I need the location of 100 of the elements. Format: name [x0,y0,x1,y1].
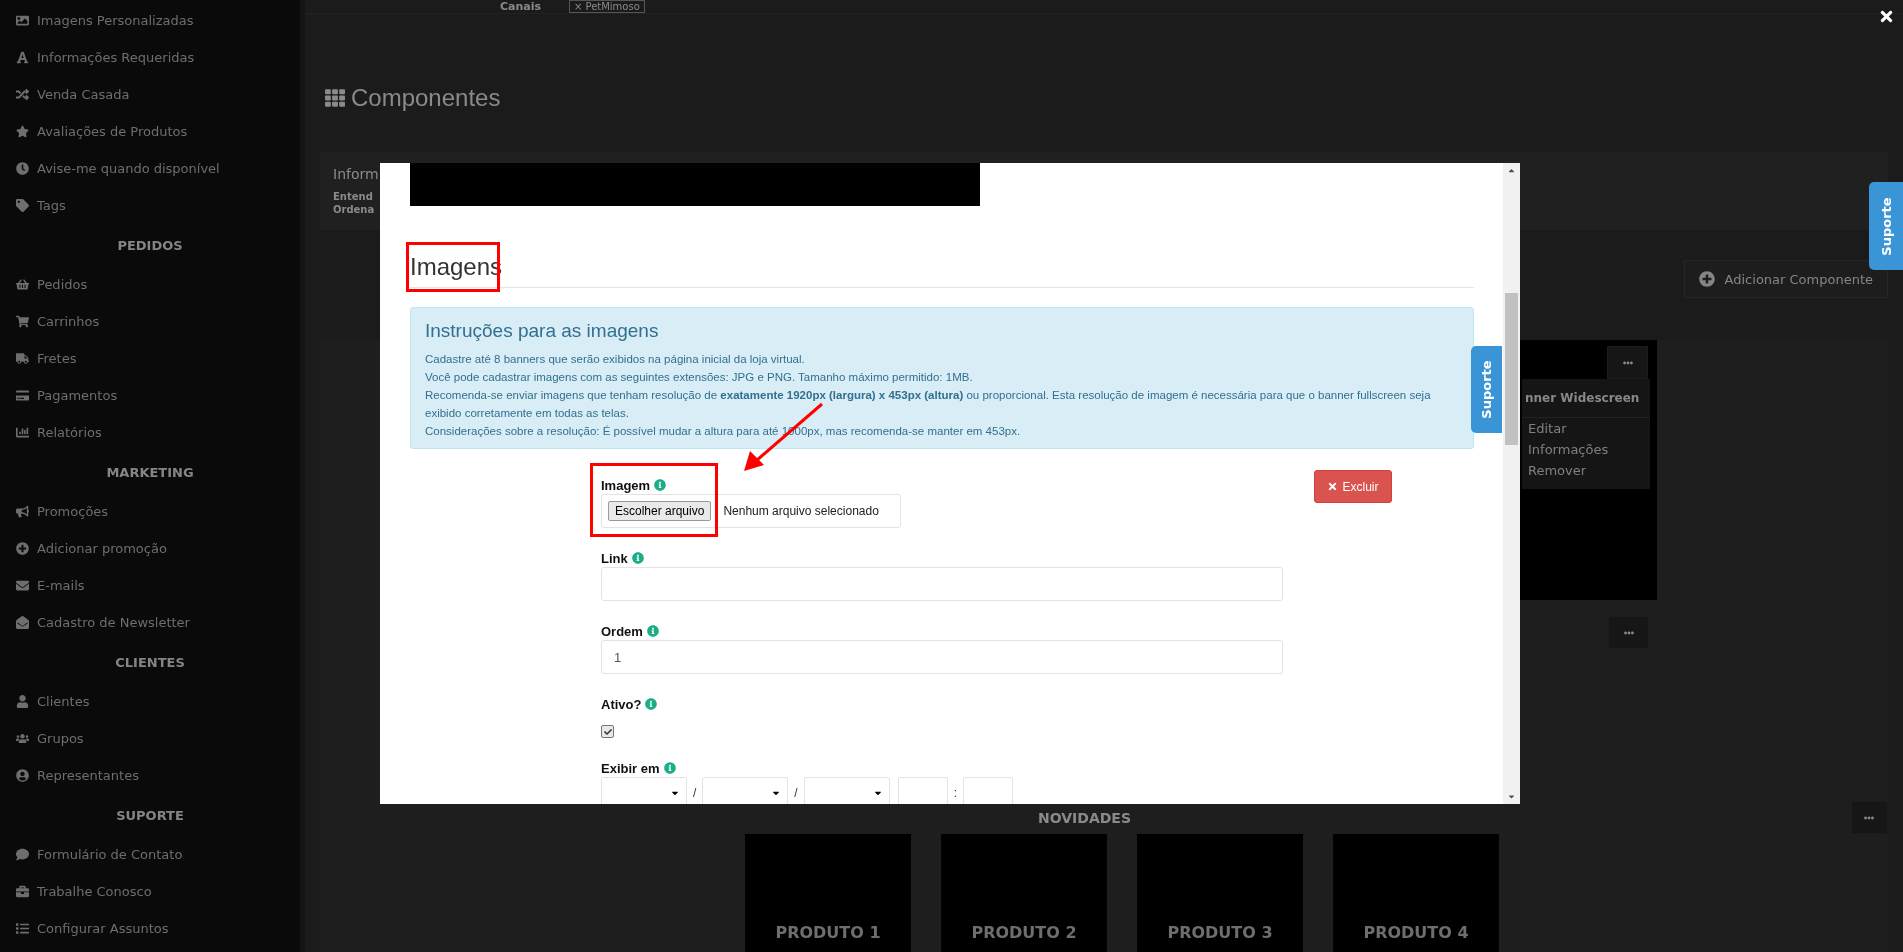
dropdown[interactable] [702,777,789,804]
instruction-line: Cadastre até 8 banners que serão exibidos na página inicial da loja virtual. [425,352,806,367]
bar-chart-icon [16,426,29,439]
product-card[interactable]: PRODUTO 1 [745,834,911,952]
minute-field[interactable] [963,777,1014,804]
checkbox[interactable] [601,725,614,738]
channels-label: Canais [500,0,542,13]
comment-icon [16,848,29,861]
shuffle-icon [16,88,29,101]
sidebar-item[interactable]: Relatórios [0,414,300,451]
sidebar-item[interactable]: Informações Requeridas [0,39,300,76]
sidebar-heading: CLIENTES [114,653,186,672]
field-label: Link [601,550,628,566]
sidebar-item[interactable]: Pagamentos [0,377,300,414]
star-icon [16,125,29,138]
file-input[interactable]: Escolher arquivo Nenhum arquivo selecionado [601,494,901,528]
sidebar-item[interactable]: Venda Casada [0,76,300,113]
sidebar-item[interactable]: Representantes [0,757,300,794]
basket-icon [16,278,29,291]
delete-button[interactable]: Excluir [1314,470,1392,503]
dropdown[interactable] [601,777,687,804]
tag-icon [16,199,29,212]
product-card[interactable]: PRODUTO 4 [1333,834,1499,952]
grid-icon [325,88,345,108]
instructions-title: Instruções para as imagens [425,319,660,343]
instruction-line: Você pode cadastrar imagens com as seguintes extensões: JPG e PNG. Tamanho máximo permitido: 1MB. [425,370,974,385]
list-icon [16,922,29,935]
sidebar-item[interactable]: Carrinhos [0,303,300,340]
section-title: NOVIDADES [1036,809,1132,826]
product-card[interactable]: PRODUTO 2 [941,834,1107,952]
field-label: Ordem [601,623,643,639]
close-icon[interactable] [1878,8,1895,25]
support-tab[interactable]: Suporte [1869,182,1903,270]
megaphone-icon [16,505,29,518]
scrollbar[interactable] [1503,163,1520,804]
sidebar-item[interactable]: Trabalhe Conosco [0,873,300,910]
sidebar-item[interactable]: Tags [0,187,300,224]
sidebar-item[interactable]: Avise-me quando disponível [0,150,300,187]
more-button[interactable] [1607,346,1648,379]
menu-item[interactable]: Informações [1522,439,1650,460]
info-icon[interactable] [645,698,658,710]
sidebar-heading: MARKETING [105,463,195,482]
panel-text: Entend [333,190,373,203]
menu-item[interactable]: Editar [1522,418,1650,439]
users-icon [16,732,29,745]
sidebar-item[interactable]: Clientes [0,683,300,720]
time-separator: : [953,786,958,800]
info-icon[interactable] [646,625,659,637]
file-status: Nenhum arquivo selecionado [723,504,879,518]
scroll-thumb[interactable] [1505,293,1518,445]
more-button[interactable] [1850,801,1888,834]
info-icon[interactable] [654,479,667,491]
field-label: Exibir em [601,760,660,776]
sidebar-heading: PEDIDOS [116,236,184,255]
sidebar-item[interactable]: Promoções [0,493,300,530]
scroll-up-icon[interactable] [1507,166,1516,175]
sidebar-item[interactable]: E-mails [0,567,300,604]
sidebar-item[interactable]: Grupos [0,720,300,757]
support-tab[interactable]: Suporte [1471,346,1502,433]
dropdown[interactable] [803,777,890,804]
envelope-icon [16,616,29,629]
product-card[interactable]: PRODUTO 3 [1137,834,1303,952]
field-label: Ativo? [601,696,642,712]
sidebar-item[interactable]: Adicionar promoção [0,530,300,567]
user-icon [16,695,29,708]
channel-tag[interactable]: × PetMimoso [569,0,645,13]
page-title: Componentes [351,84,501,112]
cart-icon [16,315,29,328]
sidebar-item[interactable]: Fretes [0,340,300,377]
sidebar-item[interactable]: Pedidos [0,266,300,303]
close-icon [1327,481,1339,492]
sidebar-item[interactable]: Cadastro de Newsletter [0,604,300,641]
sidebar-item[interactable]: Formulário de Contato [0,836,300,873]
more-button[interactable] [1608,616,1649,649]
info-icon[interactable] [663,762,676,774]
check-icon [603,727,612,736]
choose-file-button[interactable]: Escolher arquivo [608,501,712,521]
text-field[interactable]: 1 [601,640,1283,674]
scroll-down-icon[interactable] [1507,792,1516,801]
menu-title: nner Widescreen [1522,387,1650,418]
envelope-icon [16,579,29,592]
truck-icon [16,352,29,365]
hour-field[interactable] [897,777,948,804]
text-field[interactable] [601,567,1283,601]
panel-text: Ordena [333,203,375,216]
sidebar-item[interactable]: Configurar Assuntos [0,910,300,947]
briefcase-icon [16,885,29,898]
panel-title: Inform [333,166,379,182]
sidebar-item[interactable]: Imagens Personalizadas [0,2,300,39]
date-separator: / [794,786,798,800]
image-icon [16,14,29,27]
sidebar-item[interactable]: Avaliações de Produtos [0,113,300,150]
clock-icon [16,162,29,175]
add-component-button[interactable]: Adicionar Componente [1683,260,1888,298]
info-icon[interactable] [631,552,644,564]
date-separator: / [693,786,697,800]
card-icon [16,389,29,402]
menu-item[interactable]: Remover [1522,460,1650,481]
sidebar-heading: SUPORTE [115,806,185,825]
font-icon [16,51,29,64]
